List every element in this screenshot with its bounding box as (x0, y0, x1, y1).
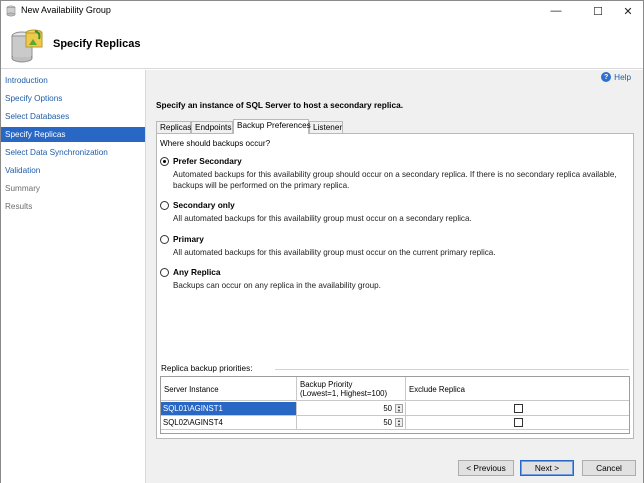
database-wizard-icon (11, 29, 43, 63)
column-header-exclude-replica[interactable]: Exclude Replica (406, 377, 629, 401)
help-link[interactable]: ? Help (601, 72, 631, 82)
instruction-text: Specify an instance of SQL Server to hos… (156, 100, 403, 110)
main-panel: ? Help Specify an instance of SQL Server… (145, 70, 643, 483)
minimize-button[interactable]: — (543, 1, 569, 21)
option-label-secondary-only[interactable]: Secondary only (173, 200, 235, 210)
nav-item-summary: Summary (5, 184, 41, 193)
cell-backup-priority[interactable]: 50 ▲ ▼ (297, 402, 406, 415)
app-icon (6, 5, 16, 17)
table-row[interactable]: SQL01\AGINST1 50 ▲ ▼ (161, 402, 629, 416)
title-bar: New Availability Group — ☐ ✕ (1, 1, 643, 21)
maximize-button[interactable]: ☐ (585, 1, 611, 21)
option-label-prefer-secondary[interactable]: Prefer Secondary (173, 156, 242, 166)
cell-server-instance[interactable]: SQL01\AGINST1 (161, 402, 297, 415)
priorities-group-label: Replica backup priorities: (161, 364, 253, 373)
nav-item-specify-replicas[interactable]: Specify Replicas (1, 127, 145, 142)
option-desc-primary: All automated backups for this availabil… (173, 248, 496, 257)
radio-any-replica[interactable] (160, 268, 169, 277)
exclude-replica-checkbox[interactable] (514, 418, 523, 427)
tab-backup-preferences[interactable]: Backup Preferences (233, 119, 311, 134)
next-button[interactable]: Next > (520, 460, 574, 476)
backup-preferences-panel: Where should backups occur? Prefer Secon… (156, 133, 634, 439)
wizard-header: Specify Replicas (1, 21, 643, 69)
option-desc-prefer-secondary: Automated backups for this availability … (173, 170, 617, 190)
exclude-replica-checkbox[interactable] (514, 404, 523, 413)
grid-header: Server Instance Backup Priority (Lowest=… (161, 377, 629, 401)
nav-item-select-data-synchronization[interactable]: Select Data Synchronization (1, 145, 145, 160)
nav-item-introduction[interactable]: Introduction (1, 73, 145, 88)
cell-exclude-replica (406, 416, 629, 429)
nav-item-results: Results (5, 202, 33, 211)
radio-primary[interactable] (160, 235, 169, 244)
nav-item-validation[interactable]: Validation (1, 163, 145, 178)
option-label-primary[interactable]: Primary (173, 234, 204, 244)
wizard-nav: Introduction Specify Options Select Data… (1, 70, 145, 483)
column-header-priority-line2: (Lowest=1, Highest=100) (300, 389, 388, 398)
option-label-any-replica[interactable]: Any Replica (173, 267, 221, 277)
radio-prefer-secondary[interactable] (160, 157, 169, 166)
replica-priority-grid: Server Instance Backup Priority (Lowest=… (160, 376, 630, 434)
option-desc-any-replica: Backups can occur on any replica in the … (173, 281, 381, 290)
nav-item-specify-options[interactable]: Specify Options (1, 91, 145, 106)
backup-question: Where should backups occur? (160, 139, 271, 148)
help-label: Help (614, 72, 631, 82)
close-button[interactable]: ✕ (615, 1, 641, 21)
group-divider (275, 369, 629, 370)
help-icon: ? (601, 72, 612, 82)
radio-secondary-only[interactable] (160, 201, 169, 210)
cell-backup-priority[interactable]: 50 ▲ ▼ (297, 416, 406, 429)
table-row[interactable]: SQL02\AGINST4 50 ▲ ▼ (161, 416, 629, 430)
cancel-button[interactable]: Cancel (582, 460, 636, 476)
priority-spinner-icon[interactable]: ▲ ▼ (395, 418, 403, 427)
column-header-server-instance[interactable]: Server Instance (161, 377, 297, 401)
cell-server-instance[interactable]: SQL02\AGINST4 (161, 416, 297, 429)
page-title: Specify Replicas (53, 38, 141, 50)
wizard-window: New Availability Group — ☐ ✕ Specify Rep… (0, 0, 644, 483)
previous-button[interactable]: < Previous (458, 460, 514, 476)
column-header-backup-priority[interactable]: Backup Priority (Lowest=1, Highest=100) (297, 377, 406, 401)
cell-exclude-replica (406, 402, 629, 415)
window-title: New Availability Group (21, 5, 111, 15)
option-desc-secondary-only: All automated backups for this availabil… (173, 214, 472, 223)
priority-spinner-icon[interactable]: ▲ ▼ (395, 404, 403, 413)
nav-item-select-databases[interactable]: Select Databases (1, 109, 145, 124)
column-header-priority-line1: Backup Priority (300, 380, 353, 389)
